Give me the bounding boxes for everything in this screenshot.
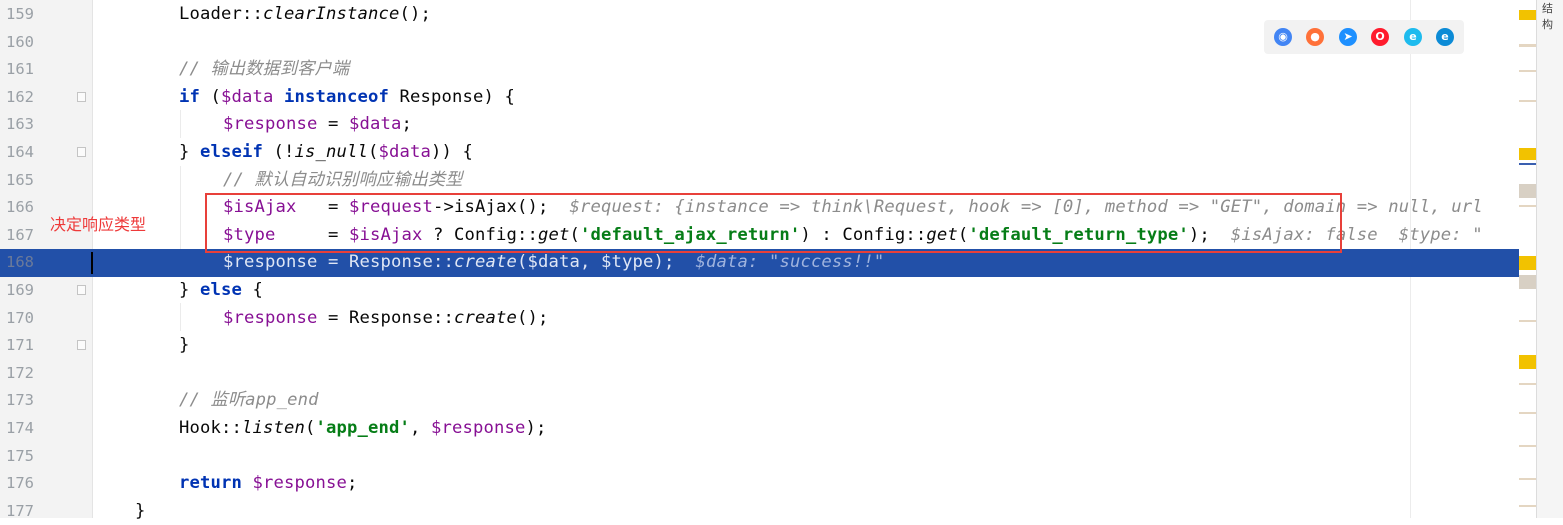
right-tool-strip[interactable] (1536, 0, 1563, 518)
code-text: if ($data instanceof Response) { (179, 86, 515, 107)
line-number: 159 (6, 5, 34, 23)
ie-icon[interactable]: e (1404, 28, 1422, 46)
firefox-icon[interactable]: ● (1306, 28, 1324, 46)
line-number: 170 (6, 308, 34, 327)
warning-marker[interactable] (1519, 355, 1536, 369)
edge-icon[interactable]: e (1436, 28, 1454, 46)
browser-preview-bar: ◉ ● ➤ O e e (1264, 20, 1464, 54)
code-text: Loader::clearInstance(); (179, 4, 431, 24)
code-text: $response = $data; (223, 114, 412, 135)
warning-marker[interactable] (1519, 10, 1536, 20)
line-number: 175 (6, 446, 34, 465)
usage-marker[interactable] (1519, 184, 1536, 198)
usage-marker[interactable] (1519, 505, 1536, 507)
code-line-170[interactable]: 170 $response = Response::create(); (0, 305, 1536, 333)
code-text: Hook::listen('app_end', $response); (179, 418, 547, 438)
usage-marker[interactable] (1519, 70, 1536, 72)
code-line-164[interactable]: 164 } elseif (!is_null($data)) { (0, 139, 1536, 167)
line-number: 166 (6, 198, 34, 217)
code-line-175[interactable]: 175 (0, 443, 1536, 471)
fold-marker-icon[interactable] (77, 147, 86, 157)
safari-icon[interactable]: ➤ (1339, 28, 1357, 46)
caret-marker[interactable] (1519, 163, 1536, 165)
text-caret (91, 252, 93, 275)
usage-marker[interactable] (1519, 478, 1536, 480)
line-number: 160 (6, 32, 34, 51)
fold-marker-icon[interactable] (77, 285, 86, 295)
line-number: 164 (6, 143, 34, 161)
code-line-163[interactable]: 163 $response = $data; (0, 111, 1536, 139)
fold-marker-icon[interactable] (77, 340, 86, 351)
usage-marker[interactable] (1519, 412, 1536, 414)
warning-marker[interactable] (1519, 256, 1536, 270)
usage-marker[interactable] (1519, 445, 1536, 447)
warning-marker[interactable] (1519, 148, 1536, 160)
usage-marker[interactable] (1519, 320, 1536, 322)
code-line-173[interactable]: 173 // 监听app_end (0, 387, 1536, 415)
fold-marker-icon[interactable] (77, 91, 86, 102)
line-number: 177 (6, 501, 34, 520)
line-number: 174 (6, 419, 34, 437)
code-line-171[interactable]: 171 } (0, 332, 1536, 360)
line-number: 161 (6, 60, 34, 79)
code-line-169[interactable]: 169 } else { (0, 277, 1536, 305)
code-text: } else { (179, 280, 263, 300)
line-number: 172 (6, 363, 34, 382)
line-number: 167 (6, 225, 34, 244)
code-line-165[interactable]: 165 // 默认自动识别响应输出类型 (0, 167, 1536, 195)
code-text: } (179, 335, 190, 356)
code-line-177[interactable]: 177 } (0, 498, 1536, 525)
code-text: $response = Response::create(); (223, 307, 549, 328)
chrome-icon[interactable]: ◉ (1274, 28, 1292, 46)
code-line-174[interactable]: 174 Hook::listen('app_end', $response); (0, 415, 1536, 443)
usage-marker[interactable] (1519, 44, 1536, 47)
usage-marker[interactable] (1519, 205, 1536, 207)
usage-marker[interactable] (1519, 383, 1536, 385)
code-line-172[interactable]: 172 (0, 360, 1536, 388)
line-number: 165 (6, 170, 34, 189)
line-number: 176 (6, 474, 34, 493)
error-stripe-scrollbar[interactable] (1519, 0, 1536, 518)
code-editor[interactable]: 159 Loader::clearInstance(); 160 161 // … (0, 0, 1536, 521)
usage-marker[interactable] (1519, 275, 1536, 289)
code-line-161[interactable]: 161 // 输出数据到客户端 (0, 56, 1536, 84)
debug-inline-value: $data: "success!!" (674, 252, 885, 273)
code-text: return $response; (179, 473, 358, 494)
code-text: } elseif (!is_null($data)) { (179, 142, 473, 162)
code-comment: // 监听app_end (179, 390, 319, 411)
code-line-162[interactable]: 162 if ($data instanceof Response) { (0, 84, 1536, 112)
code-text: } (135, 500, 146, 521)
line-number: 171 (6, 336, 34, 355)
annotation-highlight-box (205, 193, 1342, 253)
code-line-168-current[interactable]: 168 $response = Response::create($data, … (0, 249, 1536, 277)
usage-marker[interactable] (1519, 100, 1536, 102)
structure-tab[interactable]: 结构 (1542, 0, 1563, 32)
annotation-label: 决定响应类型 (50, 215, 147, 234)
line-number: 163 (6, 115, 34, 134)
line-number: 162 (6, 87, 34, 106)
code-line-176[interactable]: 176 return $response; (0, 470, 1536, 498)
line-number: 169 (6, 281, 34, 299)
code-text: $response = Response::create($data, $typ… (223, 252, 885, 273)
line-number: 173 (6, 391, 34, 410)
code-comment: // 输出数据到客户端 (179, 59, 350, 80)
code-comment: // 默认自动识别响应输出类型 (223, 169, 463, 190)
opera-icon[interactable]: O (1371, 28, 1389, 46)
line-number: 168 (6, 253, 34, 272)
